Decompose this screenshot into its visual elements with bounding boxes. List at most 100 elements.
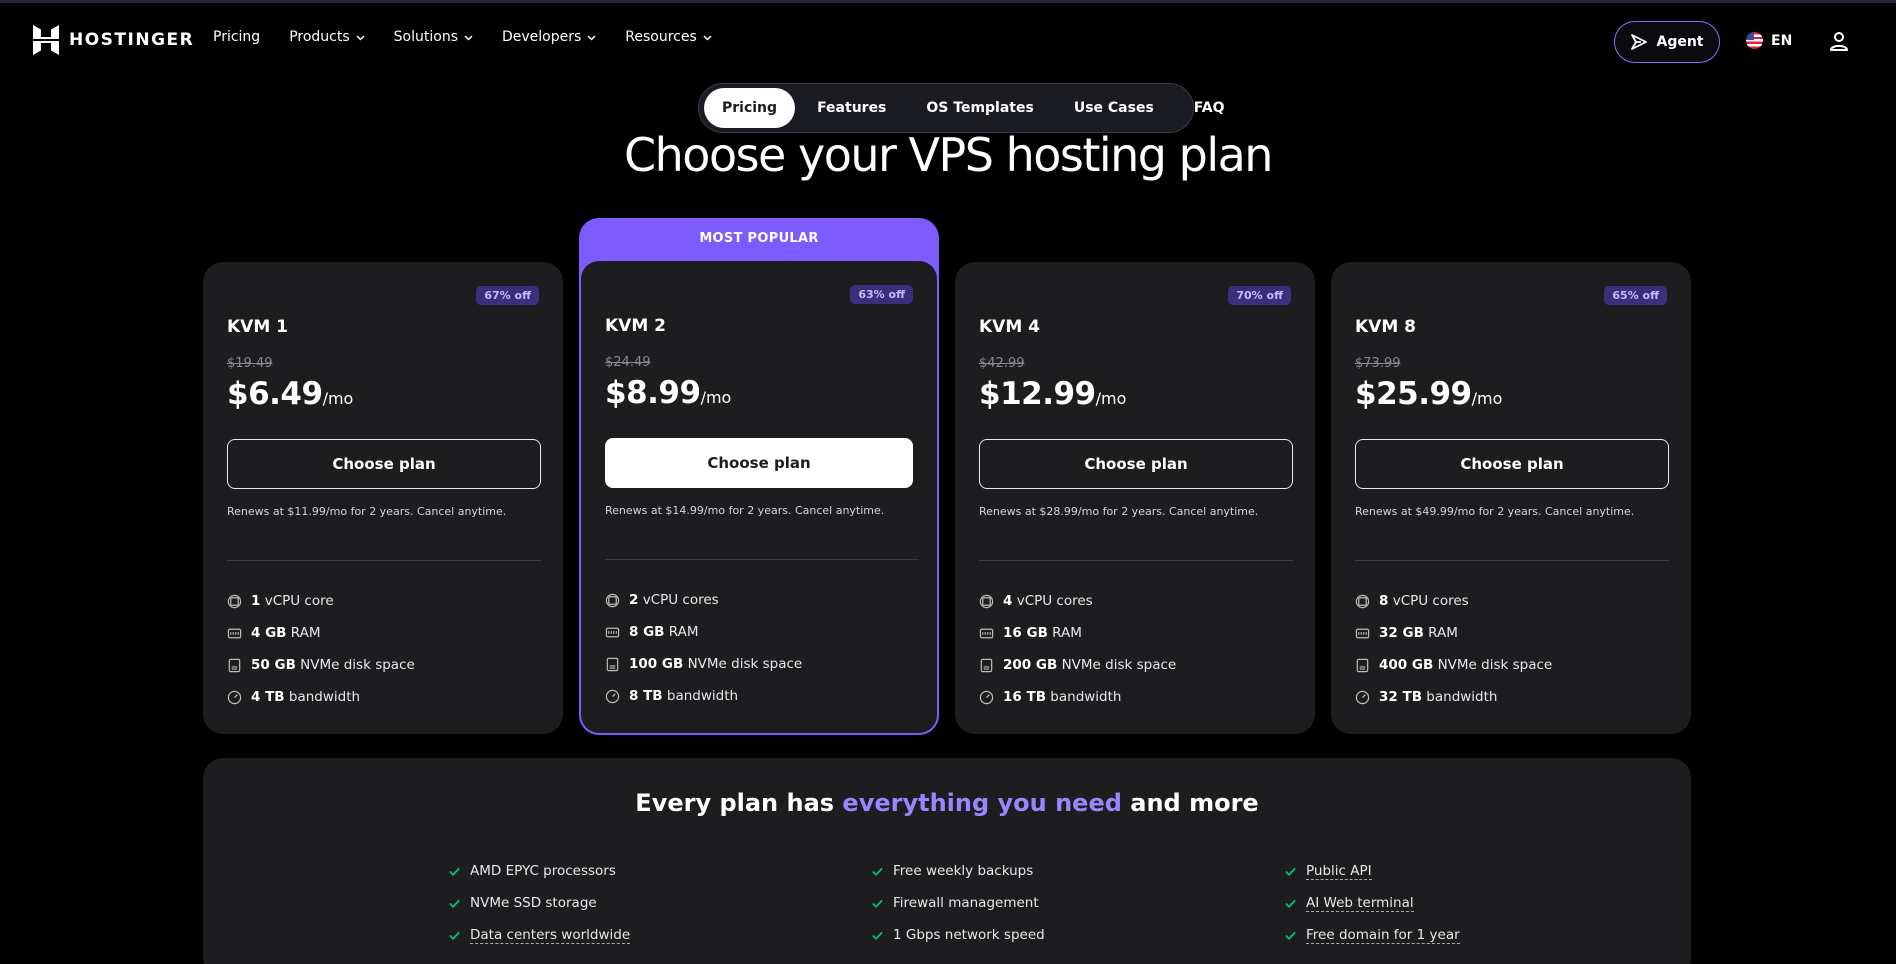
language-code: EN xyxy=(1771,32,1793,49)
included-feature-label: NVMe SSD storage xyxy=(470,895,597,911)
plan-feature-value: 1 xyxy=(251,593,261,609)
plan-feature: 8 TB bandwidth xyxy=(605,680,802,712)
original-price: $42.99 xyxy=(979,356,1025,371)
plan-feature: 100 GB NVMe disk space xyxy=(605,648,802,680)
everything-title-highlight: everything you need xyxy=(842,789,1122,817)
renewal-note: Renews at $11.99/mo for 2 years. Cancel … xyxy=(227,505,507,518)
check-icon xyxy=(872,899,883,908)
card-divider xyxy=(1355,560,1669,561)
tab-os-templates[interactable]: OS Templates xyxy=(908,88,1051,128)
plan-feature-label: vCPU cores xyxy=(642,592,719,608)
brand-logo[interactable]: HOSTINGER xyxy=(33,25,194,55)
bandwidth-gauge-icon xyxy=(227,690,242,704)
plan-price: $6.49/mo xyxy=(227,376,353,412)
popular-plan-frame: MOST POPULAR 63% off KVM 2 $24.49 $8.99/mo C… xyxy=(579,218,939,735)
choose-plan-button[interactable]: Choose plan xyxy=(979,439,1293,489)
language-selector[interactable]: EN xyxy=(1746,32,1792,49)
hostinger-logo-icon xyxy=(33,25,59,55)
plan-feature: 8 GB RAM xyxy=(605,616,802,648)
nav-link-solutions[interactable]: Solutions xyxy=(394,29,473,45)
included-feature-link[interactable]: Data centers worldwide xyxy=(470,927,631,944)
price-amount: $8.99 xyxy=(605,375,701,411)
nav-link-developers[interactable]: Developers xyxy=(502,29,596,45)
plan-feature-label: vCPU core xyxy=(264,593,334,609)
plan-feature-label: vCPU cores xyxy=(1016,593,1093,609)
agent-button[interactable]: Agent xyxy=(1614,21,1720,63)
renewal-note: Renews at $14.99/mo for 2 years. Cancel … xyxy=(605,504,885,517)
plan-feature-label: bandwidth xyxy=(666,688,739,704)
original-price: $73.99 xyxy=(1355,356,1401,371)
plan-feature-text: 400 GB NVMe disk space xyxy=(1379,657,1552,673)
included-feature-link[interactable]: AI Web terminal xyxy=(1306,895,1414,912)
choose-plan-button[interactable]: Choose plan xyxy=(227,439,541,489)
plan-feature: 32 TB bandwidth xyxy=(1355,681,1552,713)
nav-link-label: Pricing xyxy=(213,29,261,45)
included-feature: Firewall management xyxy=(871,887,1045,919)
plan-feature-text: 32 TB bandwidth xyxy=(1379,689,1497,705)
plan-feature-label: NVMe disk space xyxy=(1061,657,1177,673)
nav-link-products[interactable]: Products xyxy=(289,29,365,45)
plan-feature-label: NVMe disk space xyxy=(300,657,415,673)
choose-plan-button[interactable]: Choose plan xyxy=(1355,439,1669,489)
plan-feature-value: 100 GB xyxy=(629,656,684,672)
features-column-1: AMD EPYC processors NVMe SSD storage Data … xyxy=(448,855,631,951)
plan-feature: 200 GB NVMe disk space xyxy=(979,649,1176,681)
plan-feature-text: 16 TB bandwidth xyxy=(1003,689,1121,705)
renewal-note: Renews at $28.99/mo for 2 years. Cancel … xyxy=(979,505,1259,518)
user-account-icon[interactable] xyxy=(1828,30,1850,52)
plan-feature-text: 8 GB RAM xyxy=(629,624,698,640)
everything-title-end: and more xyxy=(1121,789,1259,817)
bandwidth-gauge-icon xyxy=(1355,690,1370,704)
plan-feature-text: 1 vCPU core xyxy=(251,593,334,609)
brand-name: HOSTINGER xyxy=(69,30,195,50)
section-tabs: Pricing Features OS Templates Use Cases FAQ xyxy=(698,83,1224,133)
disk-icon xyxy=(980,658,993,672)
choose-plan-button[interactable]: Choose plan xyxy=(605,438,913,488)
check-icon xyxy=(449,867,460,876)
nav-links: Pricing Products Solutions Developers Resour… xyxy=(213,29,741,45)
price-unit: /mo xyxy=(1095,389,1127,408)
plan-feature-text: 100 GB NVMe disk space xyxy=(629,656,802,672)
cpu-icon xyxy=(227,594,242,608)
plan-feature-value: 32 GB xyxy=(1379,625,1424,641)
nav-link-label: Resources xyxy=(625,29,697,45)
plan-feature: 4 TB bandwidth xyxy=(227,681,415,713)
nav-link-resources[interactable]: Resources xyxy=(625,29,712,45)
plan-feature-label: bandwidth xyxy=(1426,689,1498,705)
plan-feature-text: 8 vCPU cores xyxy=(1379,593,1469,609)
tab-features[interactable]: Features xyxy=(799,88,904,128)
included-feature: 1 Gbps network speed xyxy=(871,919,1045,951)
price-unit: /mo xyxy=(700,388,732,407)
check-icon xyxy=(872,867,883,876)
nav-link-pricing[interactable]: Pricing xyxy=(213,29,260,45)
plan-feature-value: 32 TB xyxy=(1379,689,1422,705)
plan-feature-text: 50 GB NVMe disk space xyxy=(251,657,415,673)
agent-sparkle-icon xyxy=(1631,34,1648,50)
card-divider xyxy=(227,560,541,561)
plan-feature-label: RAM xyxy=(668,624,699,640)
check-icon xyxy=(449,931,460,940)
us-flag-icon xyxy=(1746,32,1763,49)
included-feature-label: Firewall management xyxy=(893,895,1039,911)
tab-pricing[interactable]: Pricing xyxy=(704,88,796,128)
included-feature: Data centers worldwide xyxy=(448,919,631,951)
features-column-2: Free weekly backups Firewall management 1 … xyxy=(871,855,1045,951)
discount-badge: 63% off xyxy=(850,285,913,304)
included-feature-link[interactable]: Free domain for 1 year xyxy=(1306,927,1460,944)
chevron-down-icon xyxy=(464,34,473,41)
cpu-icon xyxy=(605,593,620,607)
plan-feature: 8 vCPU cores xyxy=(1355,585,1552,617)
included-feature: AMD EPYC processors xyxy=(448,855,630,887)
plan-price: $25.99/mo xyxy=(1355,376,1502,412)
plan-card-kvm1: 67% off KVM 1 $19.49 $6.49/mo Choose plan Ren… xyxy=(203,262,563,734)
tab-use-cases[interactable]: Use Cases xyxy=(1056,88,1172,128)
plan-feature-text: 16 GB RAM xyxy=(1003,625,1082,641)
plan-feature-value: 16 TB xyxy=(1003,689,1046,705)
cpu-icon xyxy=(1355,594,1370,608)
page-title: Choose your VPS hosting plan xyxy=(624,128,1273,182)
discount-badge: 67% off xyxy=(476,286,539,305)
plan-feature-value: 4 GB xyxy=(251,625,287,641)
tab-faq[interactable]: FAQ xyxy=(1176,88,1243,128)
included-feature: Public API xyxy=(1284,855,1460,887)
included-feature-link[interactable]: Public API xyxy=(1306,863,1372,880)
